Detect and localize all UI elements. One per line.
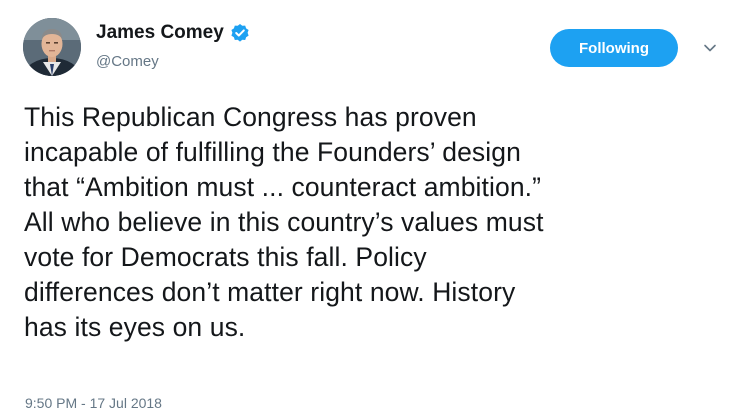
author-block: James Comey @Comey bbox=[96, 20, 250, 72]
chevron-down-icon[interactable] bbox=[702, 40, 718, 56]
display-name-row: James Comey bbox=[96, 20, 250, 46]
tweet-text: This Republican Congress has proven inca… bbox=[24, 102, 544, 342]
tweet-timestamp[interactable]: 9:50 PM - 17 Jul 2018 bbox=[25, 394, 162, 412]
display-name[interactable]: James Comey bbox=[96, 20, 224, 46]
tweet-card: James Comey @Comey Following This Republ… bbox=[0, 0, 732, 417]
verified-badge-icon bbox=[230, 23, 250, 43]
avatar-image bbox=[23, 18, 81, 76]
avatar[interactable] bbox=[23, 18, 81, 76]
user-handle[interactable]: @Comey bbox=[96, 52, 250, 72]
following-button[interactable]: Following bbox=[550, 29, 678, 67]
